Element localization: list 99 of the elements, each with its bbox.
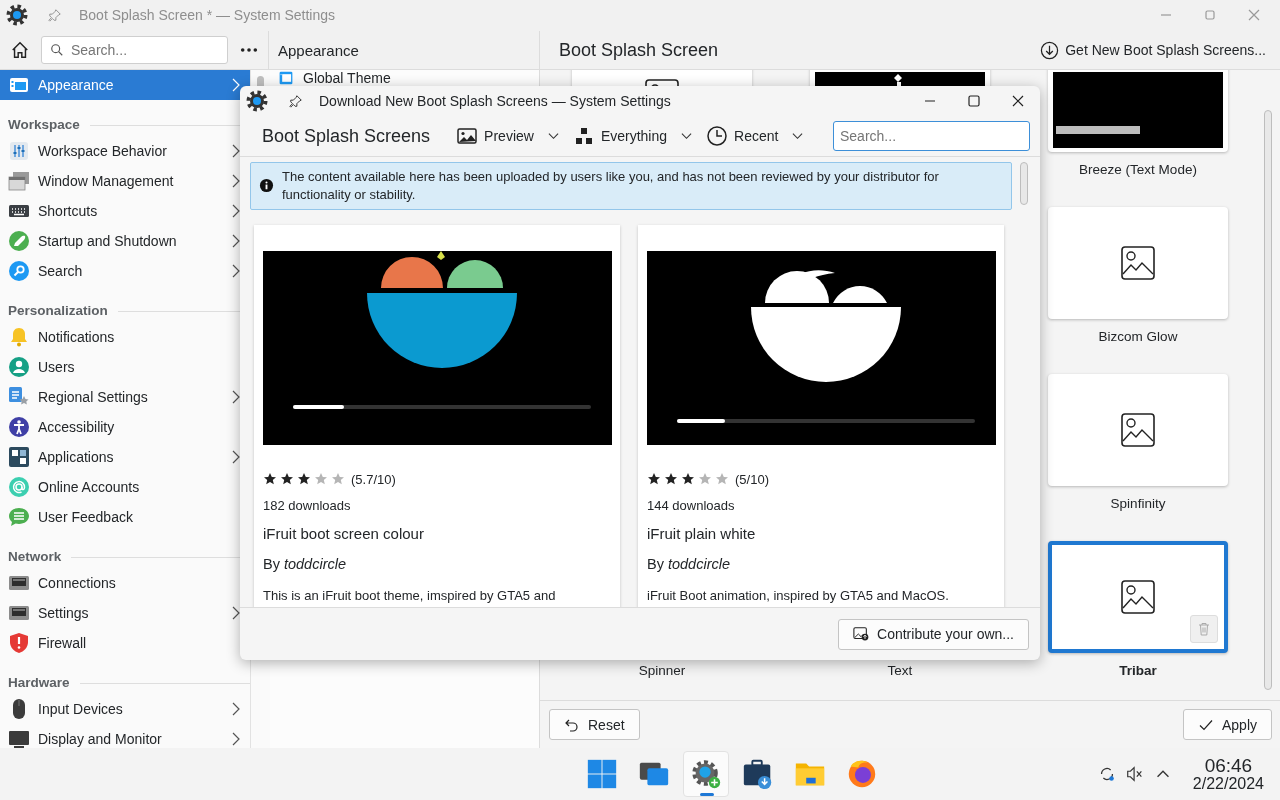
dialog-heading: Boot Splash Screens bbox=[262, 125, 431, 147]
shield-icon bbox=[8, 632, 30, 654]
star-icon bbox=[297, 472, 311, 486]
caret-icon bbox=[681, 132, 693, 140]
star-icon bbox=[331, 472, 345, 486]
sidebar-item[interactable]: Notifications bbox=[0, 322, 250, 352]
download-count: 182 downloads bbox=[263, 498, 352, 514]
star-icon bbox=[698, 472, 712, 486]
sidebar-item[interactable]: Search bbox=[0, 256, 250, 286]
entry-description: This is an iFruit boot theme, imspired by GTA5 and bbox=[263, 588, 557, 603]
star-icon bbox=[280, 472, 294, 486]
muted-speaker-icon[interactable] bbox=[1124, 764, 1145, 784]
theme-name: Breeze (Text Mode) bbox=[1078, 162, 1198, 179]
theme-name: Tribar bbox=[1118, 663, 1158, 680]
user-icon bbox=[8, 356, 30, 378]
section-heading: Hardware bbox=[8, 675, 70, 690]
column-title: Appearance bbox=[278, 41, 359, 59]
search-field[interactable]: Search... bbox=[41, 36, 228, 64]
section-heading: Network bbox=[8, 549, 62, 564]
entry-title[interactable]: iFruit plain white bbox=[647, 525, 995, 543]
at-sign-icon bbox=[8, 476, 30, 498]
author-text: By toddcircle bbox=[263, 556, 347, 574]
sidebar-item[interactable]: User Feedback bbox=[0, 502, 250, 532]
sidebar-item[interactable]: Accessibility bbox=[0, 412, 250, 442]
window-title: Download New Boot Splash Screens — System Settings bbox=[319, 93, 671, 109]
home-icon[interactable] bbox=[10, 40, 30, 60]
get-new-button[interactable]: Get New Boot Splash Screens... bbox=[1038, 36, 1268, 64]
star-icon bbox=[314, 472, 328, 486]
sidebar-item[interactable]: Input Devices bbox=[0, 694, 250, 724]
sidebar-item[interactable]: Connections bbox=[0, 568, 250, 598]
apps-icon bbox=[8, 446, 30, 468]
tiles-icon[interactable] bbox=[585, 757, 619, 791]
theme-name: Spinner bbox=[637, 663, 687, 680]
pin-icon[interactable] bbox=[289, 94, 303, 108]
clock-time: 06:46 bbox=[1204, 756, 1253, 775]
trash-icon bbox=[1196, 621, 1212, 637]
theme-name: Bizcom Glow bbox=[1097, 329, 1179, 346]
info-icon bbox=[259, 178, 274, 193]
entry-title[interactable]: iFruit boot screen colour bbox=[263, 525, 611, 543]
sidebar-item[interactable]: Workspace Behavior bbox=[0, 136, 250, 166]
sidebar-item[interactable]: Window Management bbox=[0, 166, 250, 196]
page-title: Boot Splash Screen bbox=[559, 39, 719, 61]
sidebar-item[interactable]: Applications bbox=[0, 442, 250, 472]
sidebar-item[interactable]: Appearance bbox=[0, 70, 250, 100]
theme-name: Text bbox=[886, 663, 914, 680]
section-heading: Workspace bbox=[8, 117, 80, 132]
taskbar-button[interactable] bbox=[683, 751, 729, 797]
monitor-icon bbox=[8, 728, 30, 750]
sidebar-item[interactable]: Settings bbox=[0, 598, 250, 628]
sidebar-item[interactable]: Users bbox=[0, 352, 250, 382]
star-icon bbox=[681, 472, 695, 486]
reset-button[interactable]: Reset bbox=[549, 709, 640, 740]
sidebar-item[interactable]: Online Accounts bbox=[0, 472, 250, 502]
section-heading: Personalization bbox=[8, 303, 108, 318]
star-icon bbox=[715, 472, 729, 486]
image-upload-icon bbox=[853, 626, 870, 642]
author-text: By toddcircle bbox=[647, 556, 731, 574]
download-icon bbox=[1040, 40, 1060, 60]
sidebar-item[interactable]: Shortcuts bbox=[0, 196, 250, 226]
search-icon bbox=[50, 43, 64, 57]
sidebar-item[interactable]: Firewall bbox=[0, 628, 250, 658]
windows-icon bbox=[8, 170, 30, 192]
apply-button[interactable]: Apply bbox=[1182, 709, 1272, 740]
maximize-icon[interactable] bbox=[966, 93, 982, 109]
star-icon bbox=[664, 472, 678, 486]
search-icon bbox=[8, 260, 30, 282]
entry-description: iFruit Boot animation, inspired by GTA5 and MacOS. bbox=[647, 588, 950, 603]
rating-text: (5/10) bbox=[735, 471, 769, 487]
theme-name: Spinfinity bbox=[1109, 496, 1167, 513]
rocket-icon bbox=[8, 230, 30, 252]
gear-icon bbox=[6, 4, 28, 26]
sliders-icon bbox=[8, 140, 30, 162]
bell-icon bbox=[8, 326, 30, 348]
contribute-button[interactable]: Contribute your own... bbox=[838, 618, 1029, 650]
chat-icon bbox=[8, 506, 30, 528]
gear-icon bbox=[246, 90, 268, 112]
download-count: 144 downloads bbox=[647, 498, 736, 514]
list-item[interactable]: Global Theme bbox=[270, 70, 539, 87]
rating-text: (5.7/10) bbox=[351, 471, 396, 487]
filter-button[interactable]: Everything bbox=[568, 121, 697, 151]
close-icon[interactable] bbox=[1010, 93, 1026, 109]
clock-date: 2/22/2024 bbox=[1192, 776, 1264, 792]
sidebar-item[interactable]: Regional Settings bbox=[0, 382, 250, 412]
more-icon[interactable] bbox=[240, 47, 258, 53]
window-title: Boot Splash Screen * — System Settings bbox=[79, 7, 335, 23]
search-field[interactable]: Search... bbox=[833, 121, 1030, 151]
sidebar-item[interactable]: Display and Monitor bbox=[0, 724, 250, 754]
clock-icon bbox=[706, 125, 729, 147]
star-icon bbox=[263, 472, 277, 486]
filter-button[interactable]: Recent bbox=[702, 121, 808, 151]
caret-icon bbox=[547, 132, 559, 140]
star-icon bbox=[647, 472, 661, 486]
entry-card[interactable]: (5/10) 144 downloads iFruit plain white By toddcircle iFruit Boot animation, inspired by GTA5 and MacOS. bbox=[638, 225, 1004, 607]
sidebar-item[interactable]: Startup and Shutdown bbox=[0, 226, 250, 256]
filter-button[interactable]: Preview bbox=[452, 121, 563, 151]
accessibility-icon bbox=[8, 416, 30, 438]
notice-text: The content available here has been uploaded by users like you, and has not been reviewed by your distributor for functionality or stability. bbox=[282, 168, 940, 204]
caret-icon bbox=[792, 132, 804, 140]
entry-card[interactable]: (5.7/10) 182 downloads iFruit boot screen colour By toddcircle This is an iFruit boot theme, imspired by GTA5 and bbox=[254, 225, 620, 607]
